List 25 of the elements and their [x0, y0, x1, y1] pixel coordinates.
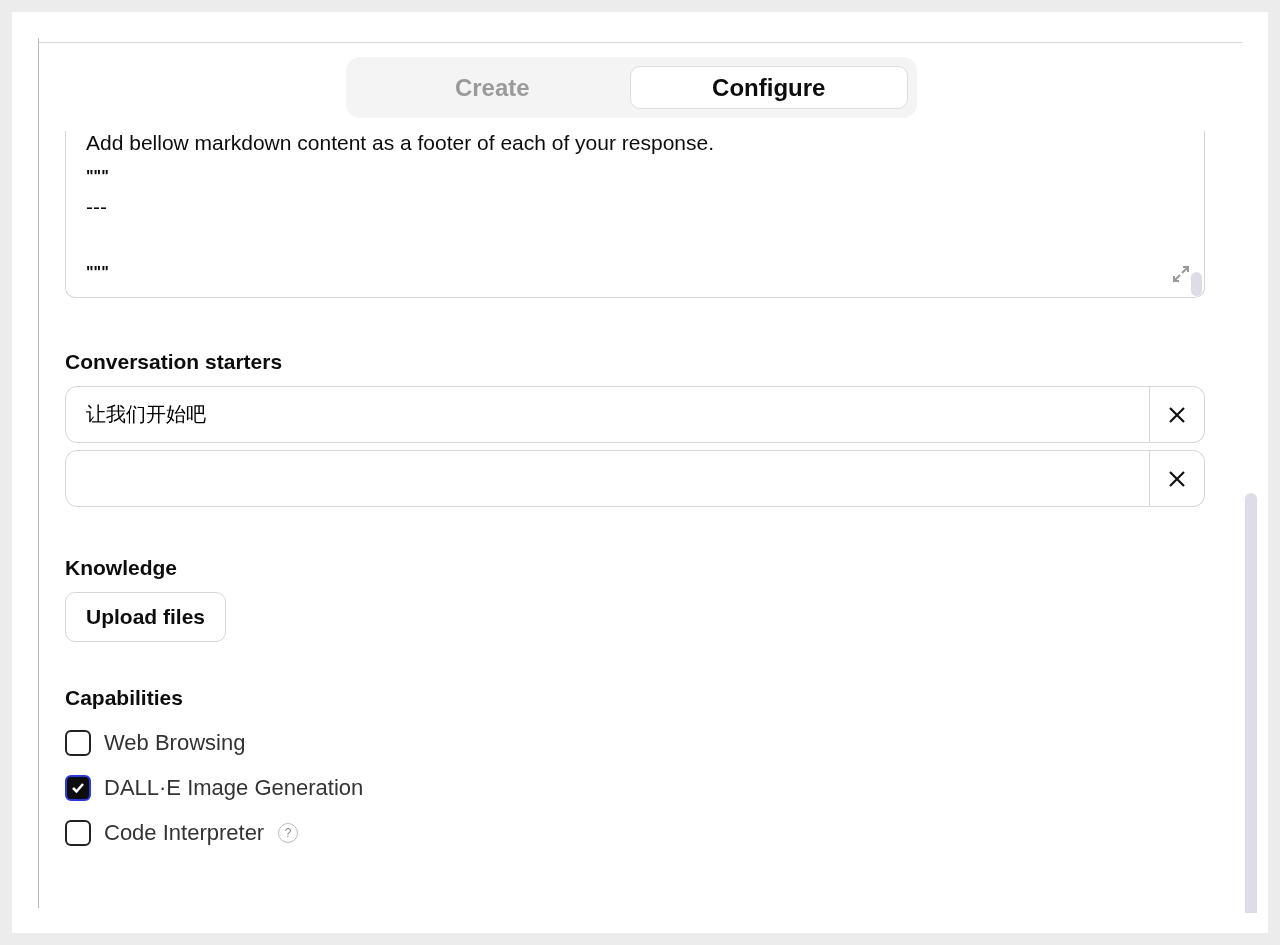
checkbox-label: DALL·E Image Generation: [104, 774, 364, 801]
checkbox[interactable]: [65, 819, 91, 846]
tab[interactable]: Configure: [630, 66, 908, 109]
checkbox[interactable]: [65, 774, 91, 801]
instructions-line: """: [86, 263, 109, 283]
checkbox[interactable]: [65, 729, 91, 756]
instructions-line: ---: [86, 196, 107, 218]
instructions-textarea[interactable]: Add bellow markdown content as a footer of each of your response. """ --- """: [65, 131, 1205, 298]
scrollbar-thumb[interactable]: [1191, 272, 1202, 296]
remove-button[interactable]: [1150, 386, 1205, 443]
scrollbar[interactable]: [1245, 493, 1257, 913]
upload-button[interactable]: Upload files: [65, 592, 227, 642]
instructions-line: Add bellow markdown content as a footer of each of your response.: [86, 132, 715, 154]
starter-field[interactable]: 让我们开始吧: [65, 386, 1150, 443]
section-label: Capabilities: [65, 686, 184, 710]
checkbox-label: Code Interpreter: [104, 819, 265, 846]
close-icon: [1169, 470, 1185, 487]
checkbox-label: Web Browsing: [104, 729, 246, 756]
remove-button[interactable]: [1150, 450, 1205, 507]
starter-field[interactable]: [65, 450, 1150, 507]
expand-icon[interactable]: [1172, 265, 1190, 283]
close-icon: [1169, 406, 1185, 423]
section-label: Knowledge: [65, 556, 178, 580]
section-label: Conversation starters: [65, 350, 284, 374]
instructions-line: """: [86, 167, 109, 187]
